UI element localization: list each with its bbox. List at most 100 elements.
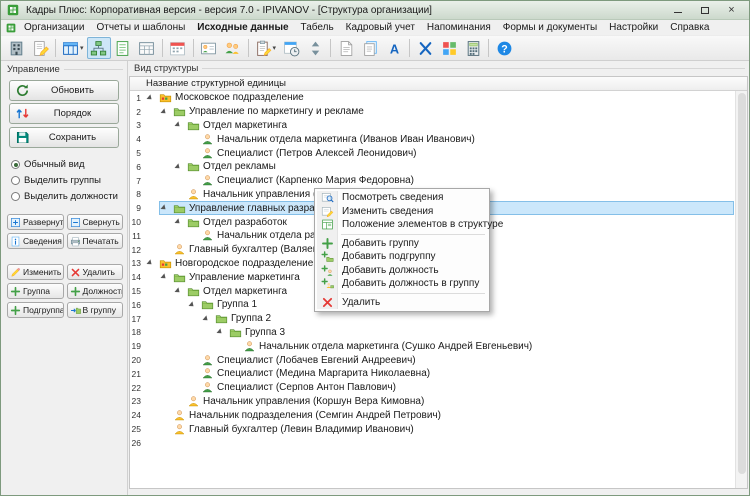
expand-arrow-icon[interactable] — [176, 288, 184, 294]
context-menu-item-add-subgroup[interactable]: Добавить подгруппу — [317, 250, 487, 264]
initial-data-toolbar-button[interactable]: ▾ — [59, 37, 87, 59]
radio-icon[interactable] — [11, 160, 20, 169]
chevron-down-icon[interactable]: ▾ — [80, 44, 84, 52]
to-group-button[interactable]: В группу — [66, 302, 123, 318]
save-button[interactable]: Сохранить — [9, 126, 119, 148]
documents-toolbar-button[interactable] — [358, 37, 382, 59]
group-button[interactable]: Группа — [7, 283, 64, 299]
menubar-item-4[interactable]: Табель — [295, 21, 340, 34]
expand-arrow-icon[interactable] — [162, 109, 170, 115]
context-menu-item-edit-details[interactable]: Изменить сведения — [317, 205, 487, 219]
expand-arrow-icon[interactable] — [162, 205, 170, 211]
tree-node[interactable]: Группа 2 — [201, 312, 734, 326]
menubar-item-1[interactable]: Организации — [18, 21, 90, 34]
expand-button[interactable]: Развернуть — [7, 214, 64, 230]
tree-row-3[interactable]: 3 Отдел маркетинга — [130, 119, 734, 133]
employee-card-toolbar-button[interactable] — [197, 37, 221, 59]
delete-button[interactable]: Удалить — [66, 264, 123, 280]
details-button[interactable]: Сведения — [7, 233, 64, 249]
tree-node[interactable]: Группа 3 — [215, 326, 734, 340]
positions-table-toolbar-button[interactable] — [135, 37, 159, 59]
staff-list-toolbar-button[interactable] — [111, 37, 135, 59]
organizations-toolbar-button[interactable] — [4, 37, 28, 59]
refresh-button[interactable]: Обновить — [9, 79, 119, 101]
tree-row-19[interactable]: 19 Начальник отдела маркетинга (Сушко Анд… — [130, 339, 734, 353]
expand-arrow-icon[interactable] — [204, 316, 212, 322]
tree-row-6[interactable]: 6 Отдел рекламы — [130, 160, 734, 174]
chevron-down-icon[interactable]: ▾ — [273, 44, 277, 52]
expand-arrow-icon[interactable] — [148, 95, 156, 101]
tree-row-7[interactable]: 7 Специалист (Карпенко Мария Федоровна) — [130, 174, 734, 188]
collapse-button[interactable]: Свернуть — [66, 214, 123, 230]
menubar-item-7[interactable]: Формы и документы — [497, 21, 603, 34]
maximize-button[interactable] — [691, 2, 718, 19]
personnel-toolbar-button[interactable] — [221, 37, 245, 59]
tree-node[interactable]: Отдел маркетинга — [173, 119, 734, 133]
radio-icon[interactable] — [11, 176, 20, 185]
tree-node[interactable]: Отдел рекламы — [173, 160, 734, 174]
tree-row-24[interactable]: 24 Начальник подразделения (Семгин Андрей… — [130, 408, 734, 422]
tree-row-22[interactable]: 22 Специалист (Серпов Антон Павлович) — [130, 381, 734, 395]
menubar-item-8[interactable]: Настройки — [603, 21, 664, 34]
tree-row-17[interactable]: 17 Группа 2 — [130, 312, 734, 326]
close-button[interactable]: × — [718, 2, 745, 19]
tree-node[interactable]: Специалист (Медина Маргарита Николаевна) — [187, 367, 734, 381]
help-toolbar-button[interactable]: ? — [492, 37, 516, 59]
highlight-positions-radio[interactable]: Выделить должности — [11, 191, 123, 202]
normal-view-radio[interactable]: Обычный вид — [11, 159, 123, 170]
context-menu-item-add-group[interactable]: Добавить группу — [317, 237, 487, 251]
menubar-item-3[interactable]: Исходные данные — [191, 21, 294, 34]
tree-row-2[interactable]: 2 Управление по маркетингу и рекламе — [130, 105, 734, 119]
tree-node[interactable]: Специалист (Лобачев Евгений Андреевич) — [187, 353, 734, 367]
tools-toolbar-button[interactable] — [413, 37, 437, 59]
settings-toolbar-button[interactable] — [437, 37, 461, 59]
tree-node[interactable]: Специалист (Карпенко Мария Федоровна) — [187, 174, 734, 188]
tree-node[interactable]: Специалист (Серпов Антон Павлович) — [187, 381, 734, 395]
edit-button[interactable]: Изменить — [7, 264, 64, 280]
tree-node[interactable]: Специалист (Петров Алексей Леонидович) — [187, 146, 734, 160]
tree-node[interactable]: Начальник подразделения (Семгин Андрей П… — [159, 408, 734, 422]
templates-toolbar-button[interactable]: A — [382, 37, 406, 59]
expand-arrow-icon[interactable] — [176, 122, 184, 128]
structure-toolbar-button[interactable] — [86, 37, 111, 59]
radio-icon[interactable] — [11, 192, 20, 201]
tree-row-4[interactable]: 4 Начальник отдела маркетинга (Иванов Ива… — [130, 132, 734, 146]
order-button[interactable]: Порядок — [9, 103, 119, 124]
forms-toolbar-button[interactable] — [334, 37, 358, 59]
print-button[interactable]: Печатать — [66, 233, 123, 249]
highlight-groups-radio[interactable]: Выделить группы — [11, 175, 123, 186]
tree-row-20[interactable]: 20 Специалист (Лобачев Евгений Андреевич) — [130, 353, 734, 367]
calculator-toolbar-button[interactable] — [461, 37, 485, 59]
orders-toolbar-button[interactable]: ▾ — [252, 37, 280, 59]
tree-row-21[interactable]: 21 Специалист (Медина Маргарита Николаевн… — [130, 367, 734, 381]
tree-row-18[interactable]: 18 Группа 3 — [130, 326, 734, 340]
context-menu-item-element-position[interactable]: Положение элементов в структуре — [317, 218, 503, 232]
tree-node[interactable]: Главный бухгалтер (Левин Владимир Иванов… — [159, 422, 734, 436]
context-menu-item-add-position[interactable]: Добавить должность — [317, 264, 487, 278]
expand-arrow-icon[interactable] — [176, 164, 184, 170]
tree-row-25[interactable]: 25 Главный бухгалтер (Левин Владимир Иван… — [130, 422, 734, 436]
expand-arrow-icon[interactable] — [162, 274, 170, 280]
timesheet-toolbar-button[interactable] — [166, 37, 190, 59]
context-menu-item-add-position-to-group[interactable]: Добавить должность в группу — [317, 277, 487, 291]
tree-row-26[interactable]: 26 — [130, 436, 734, 450]
tree-row-5[interactable]: 5 Специалист (Петров Алексей Леонидович) — [130, 146, 734, 160]
menubar-item-5[interactable]: Кадровый учет — [340, 21, 421, 34]
position-button[interactable]: Должность — [66, 283, 123, 299]
menubar-item-6[interactable]: Напоминания — [421, 21, 497, 34]
menubar-item-9[interactable]: Справка — [664, 21, 715, 34]
subgroup-button[interactable]: Подгруппа — [7, 302, 64, 318]
reminders-toolbar-button[interactable] — [279, 37, 303, 59]
minimize-button[interactable] — [664, 2, 691, 19]
scrollbar-thumb[interactable] — [737, 93, 746, 475]
context-menu-item-delete[interactable]: Удалить — [317, 296, 487, 310]
tree-node[interactable]: Начальник отдела маркетинга (Сушко Андре… — [229, 339, 734, 353]
tree-row-1[interactable]: 1 Московское подразделение — [130, 91, 734, 105]
expand-arrow-icon[interactable] — [218, 329, 226, 335]
vertical-scrollbar[interactable] — [735, 91, 747, 488]
context-menu-item-view-details[interactable]: Посмотреть сведения — [317, 191, 487, 205]
tree-node[interactable] — [145, 436, 734, 450]
expand-arrow-icon[interactable] — [190, 302, 198, 308]
tree-node[interactable]: Начальник отдела маркетинга (Иванов Иван… — [187, 132, 734, 146]
sort-spin-toolbar-button[interactable] — [303, 37, 327, 59]
